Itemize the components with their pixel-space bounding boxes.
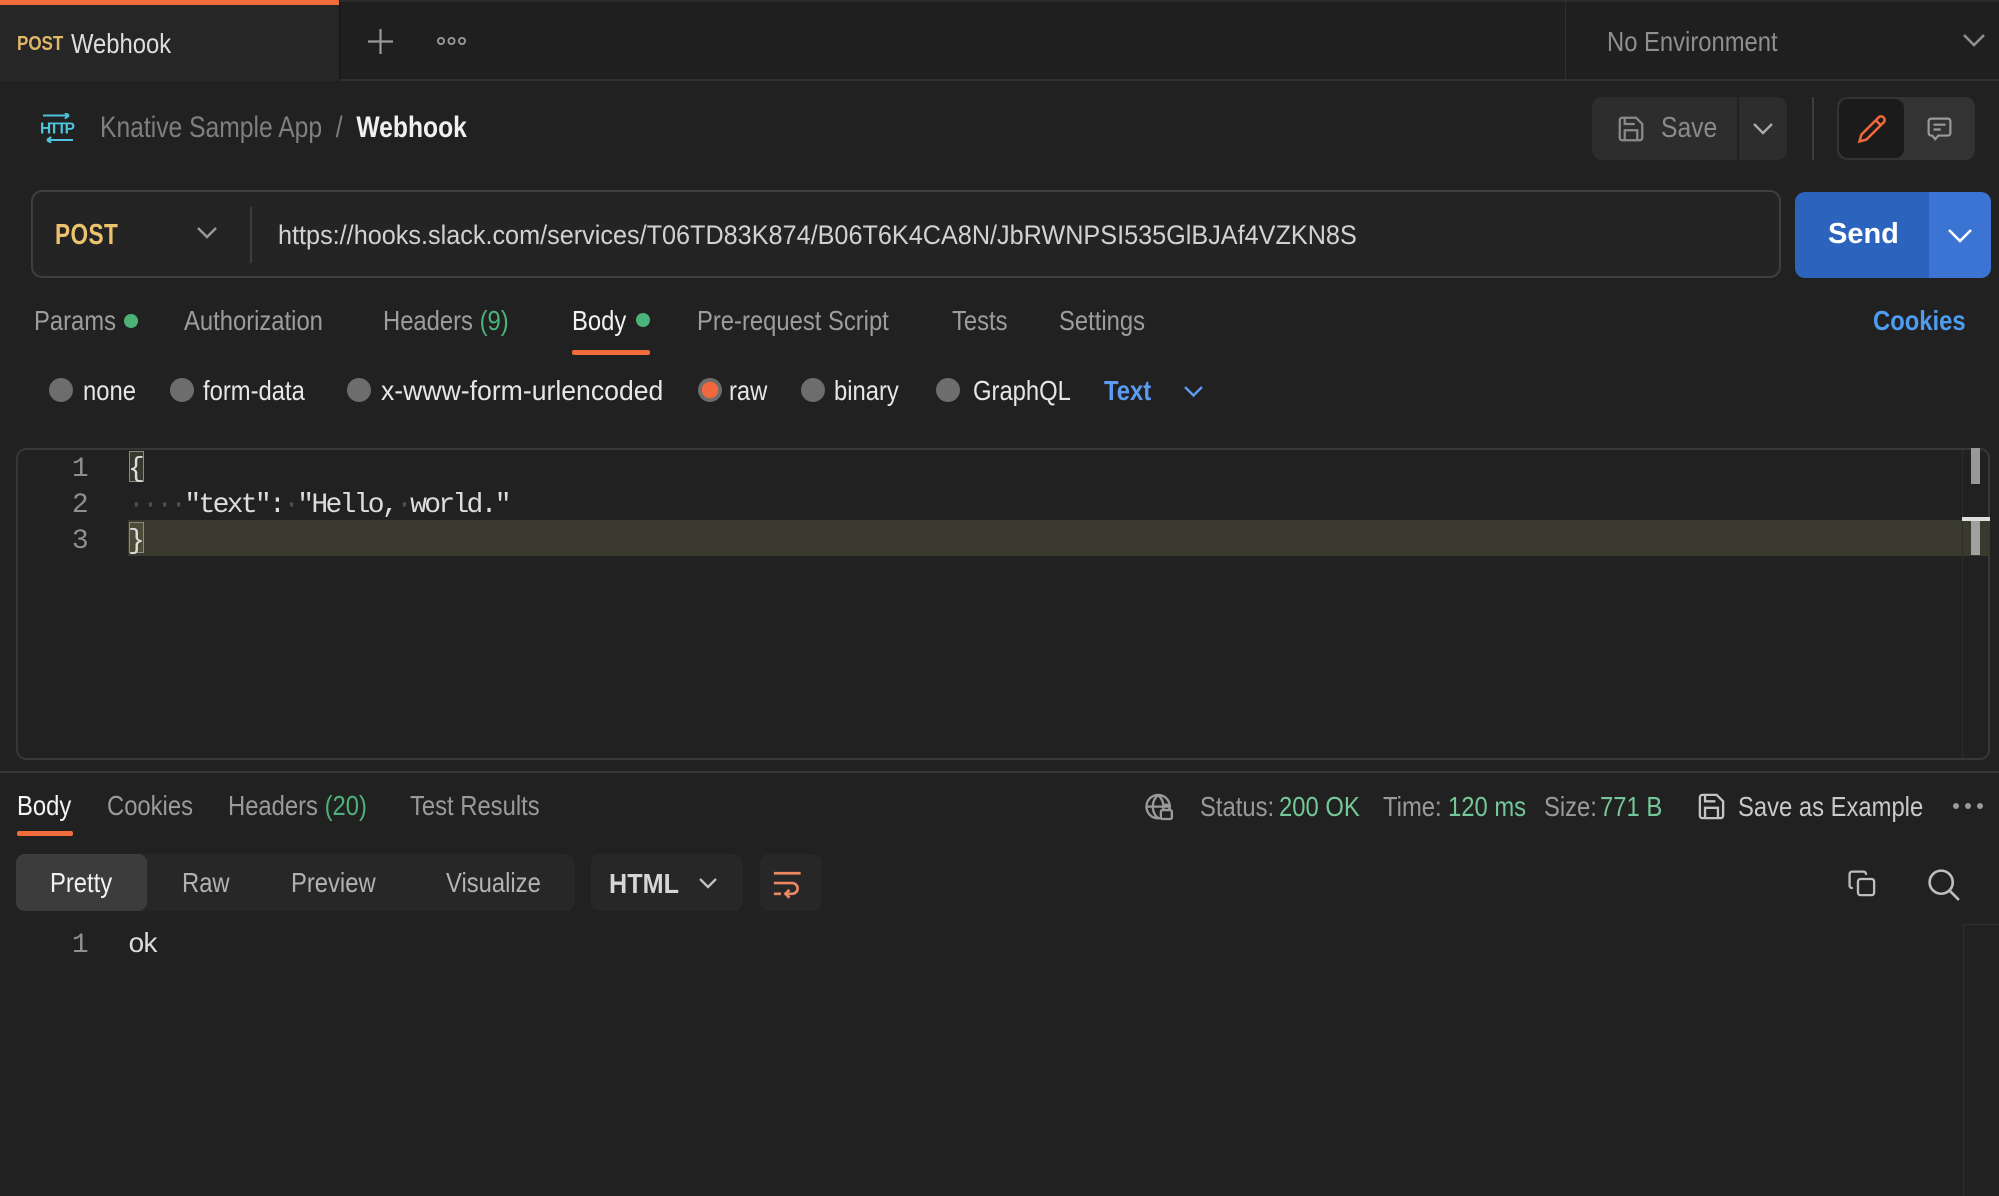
svg-text:HTTP: HTTP [40, 121, 75, 138]
